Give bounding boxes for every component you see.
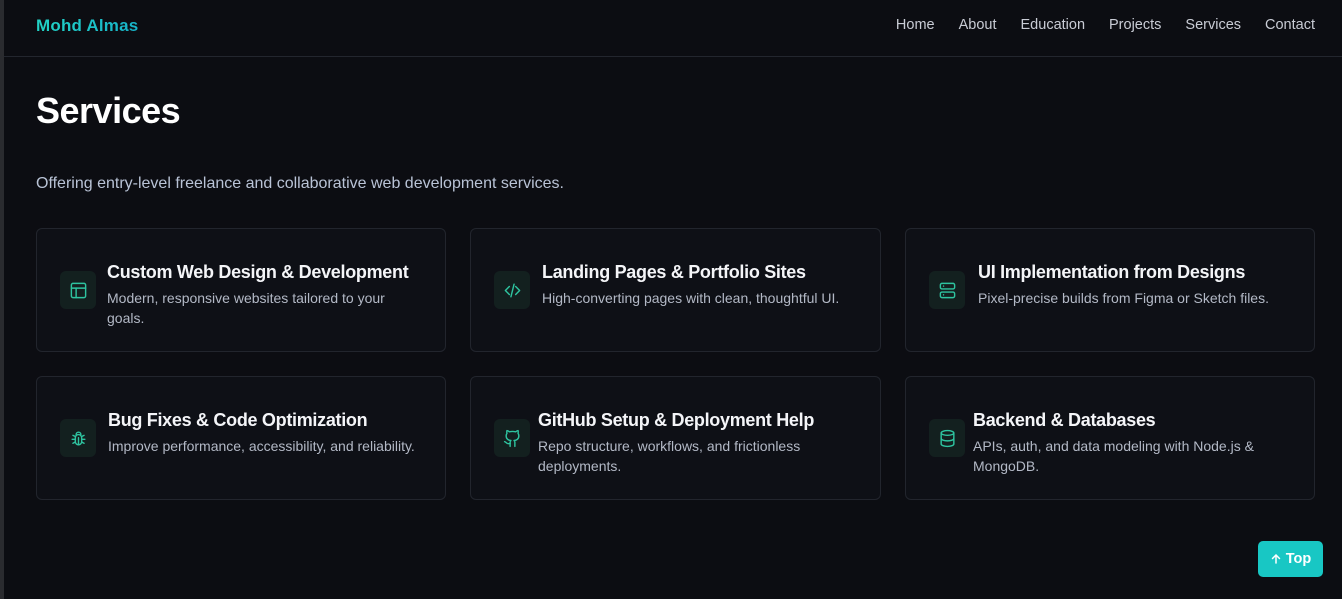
service-description: Pixel-precise builds from Figma or Sketc… [978, 290, 1269, 306]
nav-home[interactable]: Home [896, 17, 935, 33]
main-nav: Home About Education Projects Services C… [896, 17, 1315, 33]
service-card-ui-implementation[interactable]: UI Implementation from Designs Pixel-pre… [905, 228, 1315, 352]
window-left-edge [0, 0, 4, 599]
arrow-up-icon [1271, 554, 1280, 564]
nav-about[interactable]: About [959, 17, 997, 33]
nav-services[interactable]: Services [1185, 17, 1241, 33]
service-title: Custom Web Design & Development [107, 262, 409, 282]
page-title: Services [36, 90, 181, 131]
service-card-github-setup[interactable]: GitHub Setup & Deployment Help Repo stru… [470, 376, 881, 500]
top-navbar: Mohd Almas Home About Education Projects… [4, 0, 1342, 57]
back-to-top-button[interactable]: Top [1258, 541, 1323, 577]
service-title: UI Implementation from Designs [978, 262, 1246, 282]
service-title: Bug Fixes & Code Optimization [108, 410, 368, 430]
service-card-bug-fixes[interactable]: Bug Fixes & Code Optimization Improve pe… [36, 376, 446, 500]
bug-icon [60, 419, 96, 457]
service-description: APIs, auth, and data modeling with Node.… [973, 438, 1254, 474]
database-icon [929, 419, 965, 457]
nav-projects[interactable]: Projects [1109, 17, 1161, 33]
service-title: Backend & Databases [973, 410, 1156, 430]
brand-logo[interactable]: Mohd Almas [36, 16, 138, 36]
service-description: Modern, responsive websites tailored to … [107, 290, 385, 326]
nav-education[interactable]: Education [1021, 17, 1086, 33]
page-subtitle: Offering entry-level freelance and colla… [36, 175, 564, 192]
service-card-backend-databases[interactable]: Backend & Databases APIs, auth, and data… [905, 376, 1315, 500]
service-title: GitHub Setup & Deployment Help [538, 410, 815, 430]
layout-icon [60, 271, 96, 309]
code-icon [494, 271, 530, 309]
services-grid: Custom Web Design & Development Modern, … [36, 228, 1315, 500]
service-description: High-converting pages with clean, though… [542, 290, 840, 306]
service-card-custom-web-design[interactable]: Custom Web Design & Development Modern, … [36, 228, 446, 352]
service-card-landing-pages[interactable]: Landing Pages & Portfolio Sites High-con… [470, 228, 881, 352]
server-icon [929, 271, 965, 309]
back-to-top-label: Top [1285, 551, 1312, 567]
nav-contact[interactable]: Contact [1265, 17, 1315, 33]
service-description: Improve performance, accessibility, and … [108, 438, 415, 454]
service-description: Repo structure, workflows, and frictionl… [538, 438, 801, 474]
github-icon [494, 419, 530, 457]
service-title: Landing Pages & Portfolio Sites [542, 262, 806, 282]
